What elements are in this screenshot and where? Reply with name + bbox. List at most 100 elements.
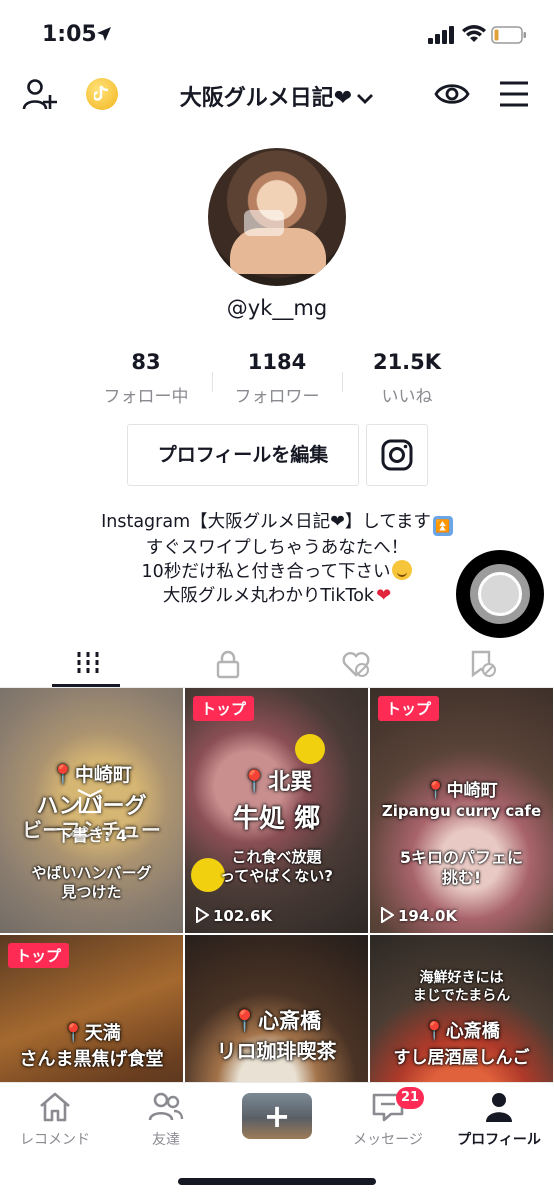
avatar-photo-glass — [244, 210, 284, 236]
active-tab-indicator — [52, 684, 120, 687]
video-caption-line-2: まじでたまらん — [412, 988, 511, 1004]
play-icon — [196, 906, 210, 924]
likes-count: 21.5K — [372, 350, 442, 374]
video-grid: 📍中崎町 ハンバーグ ビーフシチュー 下書き: 4 やばいハンバーグ 見つけた … — [0, 688, 554, 1082]
following-label: フォロー中 — [103, 387, 189, 407]
nav-friends-label: 友達 — [152, 1132, 180, 1148]
stat-likes: 21.5K いいね — [351, 350, 463, 407]
tab-liked[interactable] — [286, 640, 424, 688]
draft-video-card[interactable]: 📍中崎町 ハンバーグ ビーフシチュー 下書き: 4 やばいハンバーグ 見つけた — [0, 688, 183, 933]
smile-emoji-icon — [392, 560, 413, 580]
home-icon — [40, 1092, 70, 1122]
hidden-heart-icon — [342, 652, 370, 677]
video-title-line-1: Zipangu curry cafe — [381, 802, 542, 820]
video-location: 📍天満 — [62, 1023, 121, 1044]
account-switcher[interactable]: 大阪グルメ日記❤︎ — [0, 80, 554, 112]
view-count: 194.0K — [380, 906, 458, 925]
account-name: 大阪グルメ日記❤︎ — [179, 86, 353, 111]
instagram-icon — [381, 439, 413, 471]
play-icon — [381, 906, 395, 924]
status-time: 1:05 — [42, 22, 97, 47]
status-bar: 1:05 — [0, 0, 554, 70]
video-caption-line-1: やばいハンバーグ — [31, 864, 152, 882]
nav-friends[interactable]: 友達 — [111, 1091, 221, 1149]
lock-icon — [216, 650, 240, 679]
draft-icon — [77, 789, 103, 814]
view-count-text: 194.0K — [398, 907, 458, 925]
signal-icon — [428, 26, 454, 44]
bio-line-1: Instagram【大阪グルメ日記❤︎】してます — [101, 512, 431, 532]
stat-following[interactable]: 83 フォロー中 — [90, 350, 202, 407]
profile-tabs — [0, 640, 554, 688]
video-location: 📍北巽 — [240, 770, 313, 795]
friends-icon — [148, 1092, 184, 1121]
tab-saved[interactable] — [412, 640, 550, 688]
following-count: 83 — [131, 350, 161, 374]
video-location: 📍心斎橋 — [231, 1009, 322, 1033]
video-caption-line-1: 5キロのパフェに — [399, 848, 524, 867]
tab-private[interactable] — [158, 640, 296, 688]
nav-home-label: レコメンド — [20, 1132, 90, 1148]
nav-inbox-label: メッセージ — [353, 1132, 423, 1148]
plus-icon: + — [263, 1097, 291, 1135]
up-arrows-emoji-icon: ⏫ — [432, 516, 453, 536]
view-count-text: 102.6K — [213, 907, 273, 925]
nav-inbox[interactable]: メッセージ — [333, 1091, 443, 1149]
likes-label: いいね — [381, 387, 433, 407]
menu-icon[interactable] — [498, 80, 530, 108]
video-card[interactable]: トップ 📍北巽 牛処 郷 これ食べ放題 ってやばくない? 102.6K — [185, 688, 368, 933]
flower-garnish — [295, 734, 325, 764]
top-badge: トップ — [378, 696, 440, 721]
message-badge: 21 — [396, 1087, 425, 1109]
video-location: 📍中崎町 — [425, 781, 498, 801]
video-caption-line-1: 海鮮好きには — [419, 970, 504, 986]
assistive-touch-center — [478, 572, 522, 616]
profile-header: 大阪グルメ日記❤︎ — [0, 70, 554, 120]
video-location: 📍中崎町 — [51, 764, 132, 786]
home-indicator — [178, 1178, 376, 1185]
avatar[interactable] — [208, 148, 346, 286]
video-title-line-1: 牛処 郷 — [232, 804, 321, 834]
heart-fire-emoji-icon: ❤ — [376, 585, 392, 606]
video-title-line-1: リロ珈琲喫茶 — [216, 1039, 337, 1063]
video-caption-line-2: ってやばくない? — [220, 867, 333, 885]
wifi-icon — [462, 25, 486, 42]
video-caption-line-2: 見つけた — [61, 883, 122, 901]
assistive-touch-button[interactable] — [456, 550, 544, 638]
tab-videos[interactable] — [18, 640, 156, 688]
video-caption-line-2: 挑む! — [441, 868, 482, 887]
hidden-bookmark-icon — [471, 650, 496, 678]
video-caption-line-1: これ食べ放題 — [231, 848, 322, 866]
video-title-line-1: すし居酒屋しんご — [393, 1048, 530, 1068]
stat-divider — [212, 372, 213, 392]
nav-home[interactable]: レコメンド — [0, 1091, 110, 1149]
bio-line-2: すぐスワイプしちゃうあなたへ！ — [145, 538, 409, 558]
video-location: 📍心斎橋 — [423, 1021, 500, 1042]
video-card[interactable]: トップ 📍天満 さんま黒焦げ食堂 — [0, 935, 183, 1082]
video-card[interactable]: 海鮮好きには まじでたまらん 📍心斎橋 すし居酒屋しんご — [370, 935, 553, 1082]
bio-line-4: 大阪グルメ丸わかりTikTok — [162, 586, 375, 606]
edit-profile-button[interactable]: プロフィールを編集 — [127, 424, 359, 486]
nav-profile-label: プロフィール — [457, 1132, 541, 1148]
chevron-down-icon — [357, 94, 374, 104]
video-card[interactable]: トップ 📍中崎町 Zipangu curry cafe 5キロのパフェに 挑む!… — [370, 688, 553, 933]
create-video-button[interactable]: + — [242, 1093, 312, 1139]
followers-count: 1184 — [247, 350, 307, 374]
instagram-button[interactable] — [366, 424, 428, 486]
followers-label: フォロワー — [234, 387, 320, 407]
location-arrow-icon — [97, 27, 111, 41]
battery-icon — [491, 26, 526, 44]
bio-line-3: 10秒だけ私と付き合って下さい — [141, 562, 391, 582]
video-card[interactable]: 📍心斎橋 リロ珈琲喫茶 — [185, 935, 368, 1082]
grid-icon — [77, 652, 99, 676]
top-badge: トップ — [193, 696, 255, 721]
stat-followers[interactable]: 1184 フォロワー — [221, 350, 333, 407]
profile-stats: 83 フォロー中 1184 フォロワー 21.5K いいね — [80, 350, 474, 407]
eye-icon[interactable] — [434, 79, 470, 109]
video-title-line-1: さんま黒焦げ食堂 — [19, 1049, 164, 1070]
stat-divider — [342, 372, 343, 392]
draft-count-label: 下書き: 4 — [55, 826, 128, 845]
top-badge: トップ — [8, 943, 70, 968]
profile-icon — [486, 1093, 512, 1122]
nav-profile[interactable]: プロフィール — [444, 1091, 554, 1149]
